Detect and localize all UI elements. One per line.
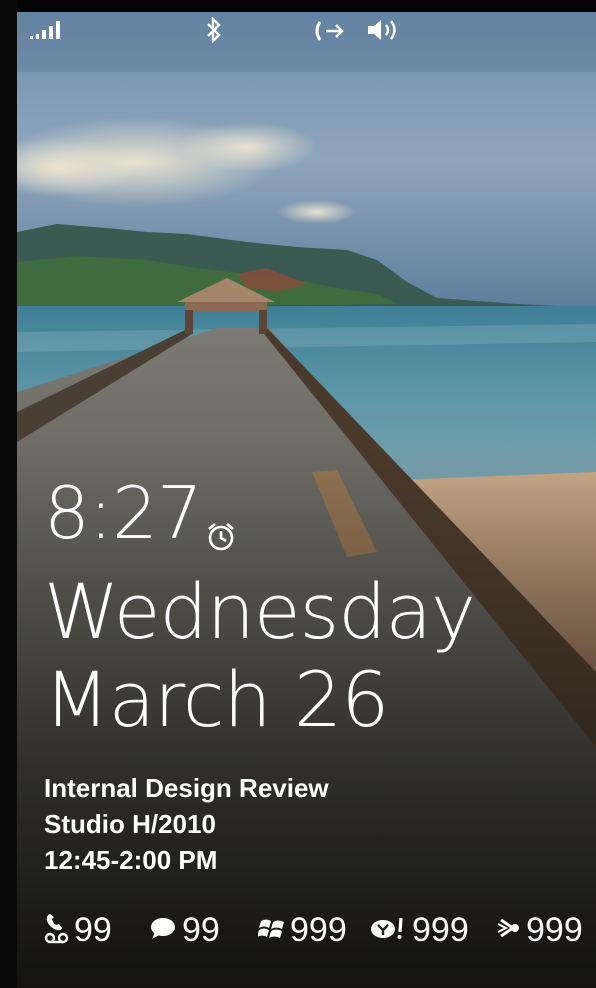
message-icon xyxy=(148,915,178,945)
exchange-mail-icon xyxy=(496,915,522,945)
message-notification[interactable]: 99 xyxy=(148,905,220,955)
appointment-location: Studio H/2010 xyxy=(44,809,216,839)
yahoo-mail-notification[interactable]: 999 xyxy=(370,905,469,955)
signal-bars-icon xyxy=(30,20,62,44)
next-appointment[interactable]: Internal Design Review Studio H/2010 12:… xyxy=(44,770,329,878)
lock-clock: 8:27 Wednesday March 26 xyxy=(44,470,476,744)
volume-icon xyxy=(367,17,401,47)
appointment-title: Internal Design Review xyxy=(44,773,329,803)
windows-mail-count: 999 xyxy=(290,910,347,949)
lock-screen[interactable]: 8:27 Wednesday March 26 Internal Design … xyxy=(0,0,596,988)
yahoo-mail-count: 999 xyxy=(412,910,469,949)
time-row: 8:27 xyxy=(44,470,475,570)
status-bar xyxy=(0,0,596,60)
left-frame xyxy=(0,0,17,988)
day-text: Wednesday xyxy=(44,567,476,656)
bluetooth-icon xyxy=(205,16,223,47)
windows-mail-icon xyxy=(257,915,286,945)
voicemail-count: 99 xyxy=(74,910,112,949)
yahoo-mail-icon xyxy=(370,914,408,946)
windows-mail-notification[interactable]: 999 xyxy=(257,905,347,955)
alarm-clock-icon xyxy=(206,484,236,570)
time-text: 8:27 xyxy=(44,471,203,555)
message-count: 99 xyxy=(182,910,220,949)
voicemail-notification[interactable]: 99 xyxy=(44,905,112,955)
voicemail-icon xyxy=(44,911,70,949)
call-forwarding-icon xyxy=(314,20,346,46)
exchange-mail-notification[interactable]: 999 xyxy=(496,905,583,955)
appointment-time: 12:45-2:00 PM xyxy=(44,845,218,875)
notification-bar: 99 99 999 999 999 xyxy=(44,905,594,955)
date-text: March 26 xyxy=(44,655,390,744)
exchange-mail-count: 999 xyxy=(526,910,583,949)
